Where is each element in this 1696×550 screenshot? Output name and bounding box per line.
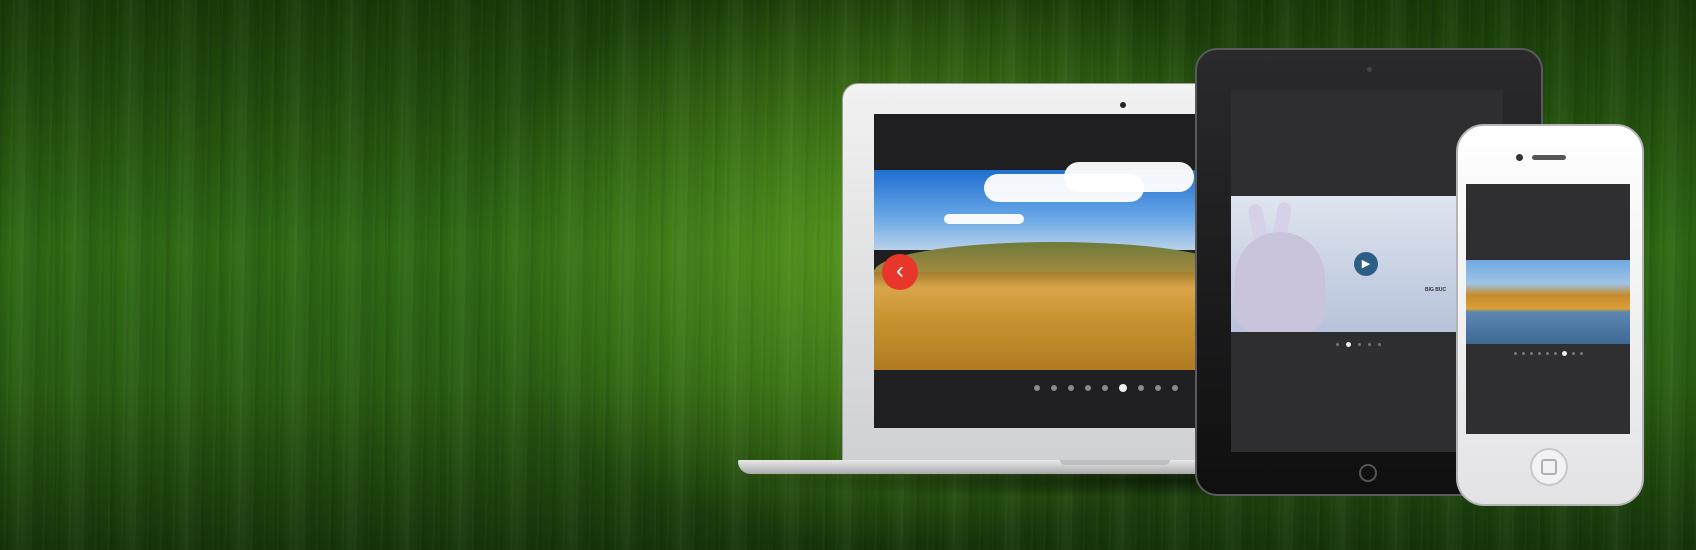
bunny-illustration [1235, 232, 1325, 332]
slide-dot[interactable] [1538, 352, 1541, 355]
phone-slide-dots [1514, 351, 1583, 356]
hero-banner: ‹ ▶ BIG BUC [0, 0, 1696, 550]
tablet-home-button[interactable] [1359, 464, 1377, 482]
laptop-screen: ‹ [874, 114, 1234, 428]
phone-screen [1466, 184, 1630, 434]
cloud [1064, 162, 1194, 192]
slide-dot-active[interactable] [1346, 342, 1351, 347]
slide-dot[interactable] [1138, 385, 1144, 391]
slide-dot[interactable] [1155, 385, 1161, 391]
slide-dot[interactable] [1546, 352, 1549, 355]
cloud [944, 214, 1024, 224]
laptop-camera [1120, 102, 1126, 108]
slide-dot[interactable] [1554, 352, 1557, 355]
laptop-notch [1060, 460, 1170, 465]
slide-dot[interactable] [1378, 343, 1381, 346]
slide-dot[interactable] [1172, 385, 1178, 391]
slide-dot[interactable] [1368, 343, 1371, 346]
slide-dot[interactable] [1051, 385, 1057, 391]
slide-dot[interactable] [1358, 343, 1361, 346]
home-square-icon [1541, 459, 1557, 475]
play-icon: ▶ [1361, 258, 1371, 270]
previous-slide-button[interactable]: ‹ [882, 254, 918, 290]
slide-dot[interactable] [1068, 385, 1074, 391]
chevron-left-icon: ‹ [896, 257, 904, 284]
slide-dot[interactable] [1034, 385, 1040, 391]
slide-dot-active[interactable] [1119, 384, 1127, 392]
slide-dot[interactable] [1102, 385, 1108, 391]
lake-image [1466, 260, 1630, 344]
slide-dot[interactable] [1530, 352, 1533, 355]
tablet-camera [1367, 67, 1372, 72]
slide-dot[interactable] [1085, 385, 1091, 391]
slide-dot-active[interactable] [1562, 351, 1567, 356]
slide-dot[interactable] [1336, 343, 1339, 346]
phone-camera [1516, 154, 1523, 161]
slide-dot[interactable] [1572, 352, 1575, 355]
slide-dot[interactable] [1514, 352, 1517, 355]
video-title: BIG BUC [1425, 287, 1447, 293]
phone-speaker [1532, 155, 1566, 160]
play-button[interactable]: ▶ [1354, 252, 1378, 276]
laptop-slide-dots [1034, 384, 1178, 392]
tablet-slide-dots [1336, 342, 1381, 347]
slide-dot[interactable] [1522, 352, 1525, 355]
slide-dot[interactable] [1580, 352, 1583, 355]
